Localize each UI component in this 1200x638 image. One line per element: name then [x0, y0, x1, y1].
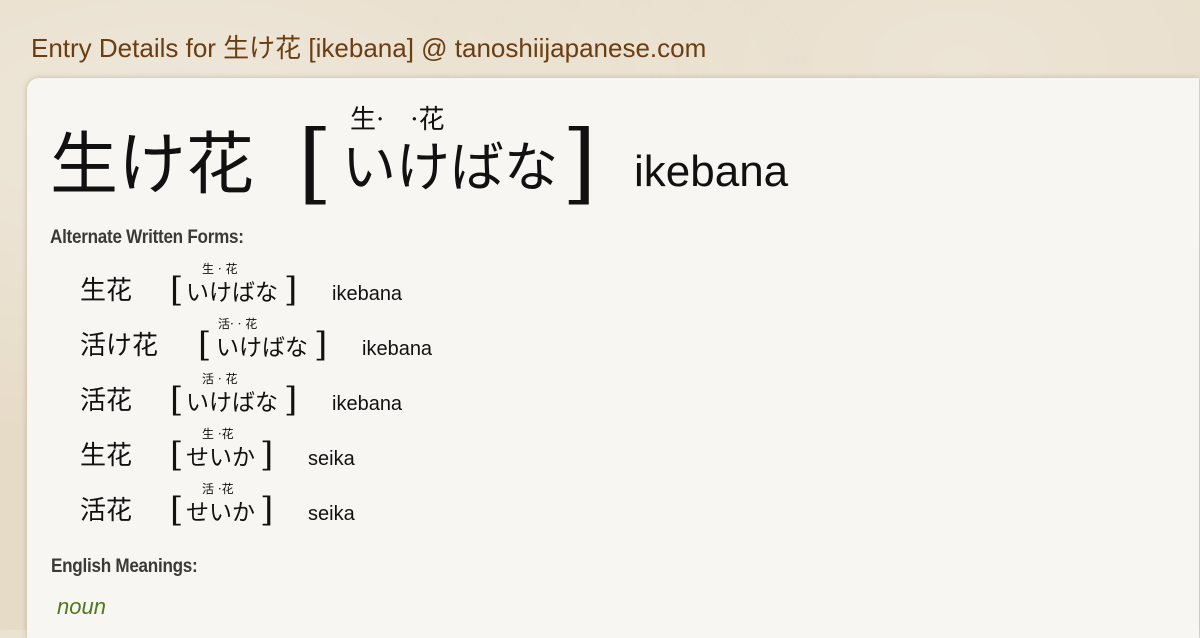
alt-kanji: 生花: [80, 276, 133, 306]
alt-close-bracket: ]: [260, 490, 274, 530]
alt-kana: いけばな: [216, 335, 308, 361]
alt-open-bracket: [: [198, 325, 212, 365]
page-title: Entry Details for 生け花 [ikebana] @ tanosh…: [31, 33, 707, 63]
alt-furigana: 生 · 花: [202, 262, 238, 276]
english-meanings-heading: English Meanings:: [51, 556, 198, 577]
alternate-form-row: 活花 [ 活 ·花 せいか ] seika: [80, 482, 680, 532]
alt-close-bracket: ]: [284, 270, 298, 310]
alt-kana: せいか: [186, 500, 255, 526]
alt-open-bracket: [: [170, 270, 184, 310]
alt-romaji: seika: [308, 448, 355, 470]
alt-romaji: ikebana: [332, 283, 403, 305]
alternate-form-row: 生花 [ 生 · 花 いけばな ] ikebana: [80, 262, 680, 312]
alternate-form-row: 活花 [ 活 · 花 いけばな ] ikebana: [80, 372, 680, 422]
alternate-forms-heading: Alternate Written Forms:: [50, 227, 244, 248]
alt-kana: せいか: [186, 445, 255, 471]
alt-furigana: 生 ·花: [202, 427, 234, 441]
alt-romaji: ikebana: [332, 393, 403, 415]
entry-romaji: ikebana: [634, 147, 789, 196]
alt-close-bracket: ]: [314, 325, 328, 365]
alt-kana: いけばな: [186, 280, 278, 306]
entry-furigana: 生· ·花: [350, 105, 445, 135]
alt-kanji: 活花: [80, 496, 133, 526]
part-of-speech: noun: [57, 594, 106, 619]
entry-kana: いけばな: [342, 136, 558, 199]
alt-furigana: 活 · 花: [202, 372, 238, 386]
open-bracket: [: [298, 111, 333, 214]
alt-open-bracket: [: [170, 435, 184, 475]
alt-kanji: 活花: [80, 386, 133, 416]
close-bracket: ]: [562, 111, 597, 214]
alt-kanji: 生花: [80, 441, 133, 471]
alternate-form-row: 活け花 [ 活· · 花 いけばな ] ikebana: [80, 317, 680, 367]
alt-kana: いけばな: [186, 390, 278, 416]
main-entry: 生け花 [ 生· ·花 いけばな ] ikebana: [50, 100, 950, 210]
alt-open-bracket: [: [170, 380, 184, 420]
alt-open-bracket: [: [170, 490, 184, 530]
alt-romaji: ikebana: [362, 338, 433, 360]
alternate-form-row: 生花 [ 生 ·花 せいか ] seika: [80, 427, 680, 477]
alt-close-bracket: ]: [284, 380, 298, 420]
entry-kanji: 生け花: [50, 126, 255, 205]
alt-furigana: 活· · 花: [218, 317, 258, 331]
alt-close-bracket: ]: [260, 435, 274, 475]
alt-kanji: 活け花: [80, 331, 159, 361]
alt-romaji: seika: [308, 503, 355, 525]
alt-furigana: 活 ·花: [202, 482, 234, 496]
